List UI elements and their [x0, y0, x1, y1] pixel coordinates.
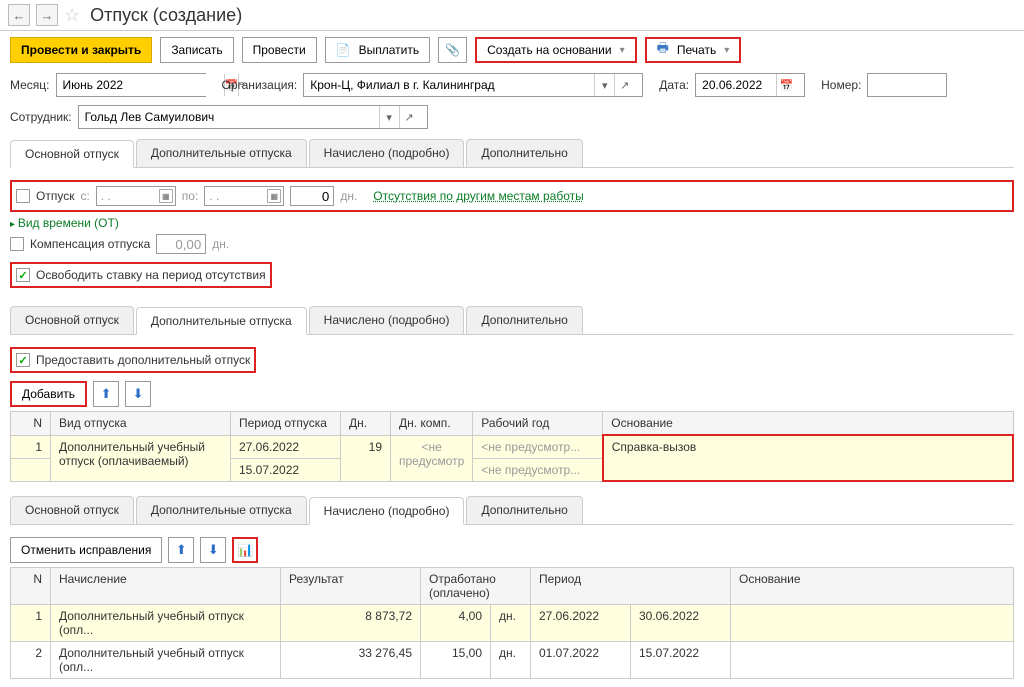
tab-main-vacation[interactable]: Основной отпуск — [10, 140, 134, 168]
table-row[interactable]: 1 Дополнительный учебный отпуск (оплачив… — [11, 435, 1014, 458]
comp-input[interactable] — [156, 234, 206, 254]
cancel-corrections-button[interactable]: Отменить исправления — [10, 537, 162, 563]
days-input[interactable] — [290, 186, 334, 206]
from-label: с: — [80, 189, 89, 203]
tabs-extra: Основной отпуск Дополнительные отпуска Н… — [10, 306, 1014, 335]
calendar-icon[interactable]: 📅 — [776, 74, 796, 96]
number-input[interactable] — [867, 73, 947, 97]
month-input[interactable]: 📅 ÷ — [56, 73, 206, 97]
col-year: Рабочий год — [473, 412, 603, 436]
favorite-star-icon[interactable]: ☆ — [64, 5, 80, 26]
days-label: дн. — [340, 189, 357, 203]
col-reason: Основание — [731, 568, 1014, 605]
to-date[interactable]: . .▦ — [204, 186, 284, 206]
employee-input[interactable]: ▾ ↗ — [78, 105, 428, 129]
write-button[interactable]: Записать — [160, 37, 233, 63]
move-down-button-2[interactable]: ⬇ — [200, 537, 226, 563]
move-up-button-2[interactable]: ⬆ — [168, 537, 194, 563]
date-label: Дата: — [659, 78, 689, 92]
to-label: по: — [182, 189, 199, 203]
create-based-button[interactable]: Создать на основании — [475, 37, 637, 63]
table-row[interactable]: 1 Дополнительный учебный отпуск (опл... … — [11, 605, 1014, 642]
tab-calculated-3[interactable]: Начислено (подробно) — [309, 497, 465, 525]
tabs-calc: Основной отпуск Дополнительные отпуска Н… — [10, 496, 1014, 525]
date-input[interactable]: 📅 — [695, 73, 805, 97]
tab-extra-vacation-3[interactable]: Дополнительные отпуска — [136, 496, 307, 524]
back-button[interactable]: ← — [8, 4, 30, 26]
open-icon[interactable]: ↗ — [614, 74, 634, 96]
col-n: N — [11, 568, 51, 605]
col-days: Дн. — [341, 412, 391, 436]
dropdown-icon[interactable]: ▾ — [594, 74, 614, 96]
calc-table: N Начисление Результат Отработано (оплач… — [10, 567, 1014, 679]
col-type: Вид отпуска — [51, 412, 231, 436]
tab-more[interactable]: Дополнительно — [466, 139, 582, 167]
tab-calculated[interactable]: Начислено (подробно) — [309, 139, 465, 167]
month-label: Месяц: — [10, 78, 50, 92]
comp-checkbox[interactable] — [10, 237, 24, 251]
from-date[interactable]: . .▦ — [96, 186, 176, 206]
col-name: Начисление — [51, 568, 281, 605]
table-row[interactable]: 2 Дополнительный учебный отпуск (опл... … — [11, 642, 1014, 679]
extra-vacation-table: N Вид отпуска Период отпуска Дн. Дн. ком… — [10, 411, 1014, 482]
org-input[interactable]: ▾ ↗ — [303, 73, 643, 97]
print-icon — [657, 39, 673, 61]
page-title: Отпуск (создание) — [90, 5, 242, 26]
move-down-button[interactable]: ⬇ — [125, 381, 151, 407]
col-n: N — [11, 412, 51, 436]
comp-days-label: дн. — [212, 237, 229, 251]
col-reason: Основание — [603, 412, 1013, 436]
calendar-icon[interactable]: ▦ — [159, 189, 173, 203]
move-up-button[interactable]: ⬆ — [93, 381, 119, 407]
vacation-checkbox[interactable] — [16, 189, 30, 203]
open-icon[interactable]: ↗ — [399, 106, 419, 128]
pay-icon — [336, 43, 355, 57]
pay-button[interactable]: Выплатить — [325, 37, 430, 63]
org-label: Организация: — [222, 78, 298, 92]
provide-label: Предоставить дополнительный отпуск — [36, 353, 250, 367]
col-period: Период отпуска — [231, 412, 341, 436]
post-button[interactable]: Провести — [242, 37, 317, 63]
vacation-label: Отпуск — [36, 189, 74, 203]
tabs-main: Основной отпуск Дополнительные отпуска Н… — [10, 139, 1014, 168]
release-label: Освободить ставку на период отсутствия — [36, 268, 266, 282]
save-close-button[interactable]: Провести и закрыть — [10, 37, 152, 63]
tab-extra-vacation-2[interactable]: Дополнительные отпуска — [136, 307, 307, 335]
print-button[interactable]: Печать — [645, 37, 742, 63]
tab-main-vacation-2[interactable]: Основной отпуск — [10, 306, 134, 334]
col-period: Период — [531, 568, 731, 605]
col-comp: Дн. комп. — [391, 412, 473, 436]
calendar-icon[interactable]: ▦ — [267, 189, 281, 203]
release-checkbox[interactable] — [16, 268, 30, 282]
tab-extra-vacation[interactable]: Дополнительные отпуска — [136, 139, 307, 167]
col-result: Результат — [281, 568, 421, 605]
tab-more-3[interactable]: Дополнительно — [466, 496, 582, 524]
tab-main-vacation-3[interactable]: Основной отпуск — [10, 496, 134, 524]
add-button[interactable]: Добавить — [10, 381, 87, 407]
tab-calculated-2[interactable]: Начислено (подробно) — [309, 306, 465, 334]
attach-button[interactable]: 📎 — [438, 37, 467, 63]
tab-more-2[interactable]: Дополнительно — [466, 306, 582, 334]
comp-label: Компенсация отпуска — [30, 237, 150, 251]
col-worked: Отработано (оплачено) — [421, 568, 531, 605]
employee-label: Сотрудник: — [10, 110, 72, 124]
edit-columns-button[interactable] — [232, 537, 258, 563]
provide-extra-checkbox[interactable] — [16, 353, 30, 367]
number-label: Номер: — [821, 78, 861, 92]
absence-link[interactable]: Отсутствия по другим местам работы — [373, 189, 583, 203]
dropdown-icon[interactable]: ▾ — [379, 106, 399, 128]
time-type-link[interactable]: Вид времени (ОТ) — [10, 216, 119, 230]
forward-button[interactable]: → — [36, 4, 58, 26]
